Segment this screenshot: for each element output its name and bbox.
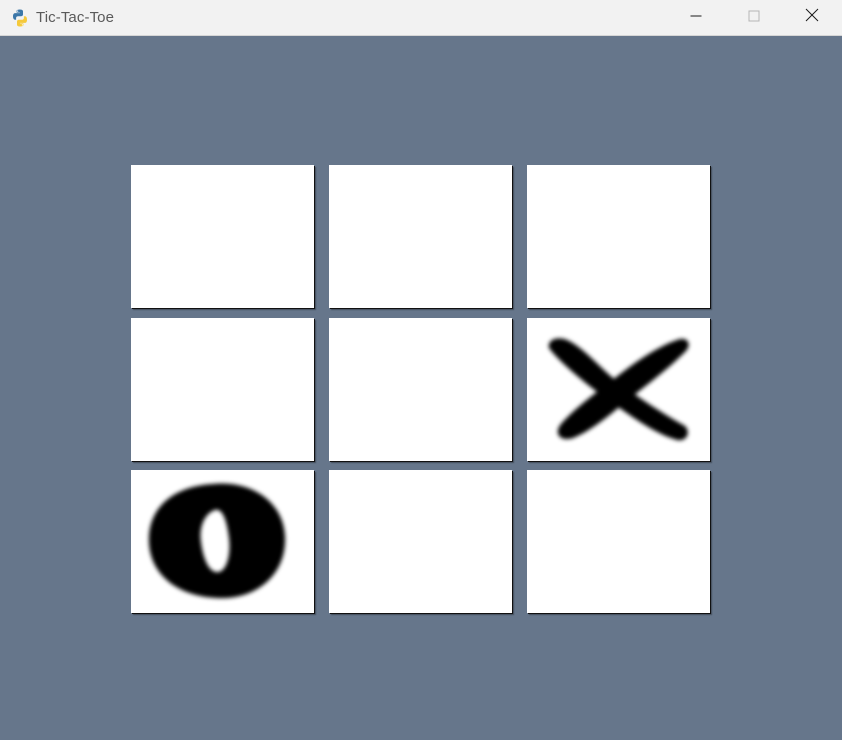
board-cell-r1-c1[interactable] (131, 165, 314, 308)
board-cell-r2-c2[interactable] (329, 318, 512, 461)
board-cell-r1-c2[interactable] (329, 165, 512, 308)
maximize-icon (748, 9, 760, 27)
board-cell-r3-c1[interactable] (131, 470, 314, 613)
board-cell-r3-c3[interactable] (527, 470, 710, 613)
x-mark (548, 338, 689, 441)
board-cell-r1-c3[interactable] (527, 165, 710, 308)
minimize-button[interactable] (668, 0, 724, 35)
close-icon (805, 8, 819, 27)
board-cell-r2-c3[interactable] (527, 318, 710, 461)
close-button[interactable] (784, 0, 840, 35)
board-cell-r3-c2[interactable] (329, 470, 512, 613)
x-mark-icon (548, 338, 689, 441)
game-board (131, 165, 711, 615)
window-title: Tic-Tac-Toe (36, 9, 115, 26)
o-mark (148, 483, 286, 599)
title-bar[interactable]: Tic-Tac-Toe (0, 0, 842, 36)
maximize-button[interactable] (726, 0, 782, 35)
board-cell-r2-c1[interactable] (131, 318, 314, 461)
python-icon (10, 8, 30, 28)
game-window: Tic-Tac-Toe (0, 0, 842, 740)
minimize-icon (690, 9, 702, 27)
o-mark-icon (148, 483, 286, 599)
